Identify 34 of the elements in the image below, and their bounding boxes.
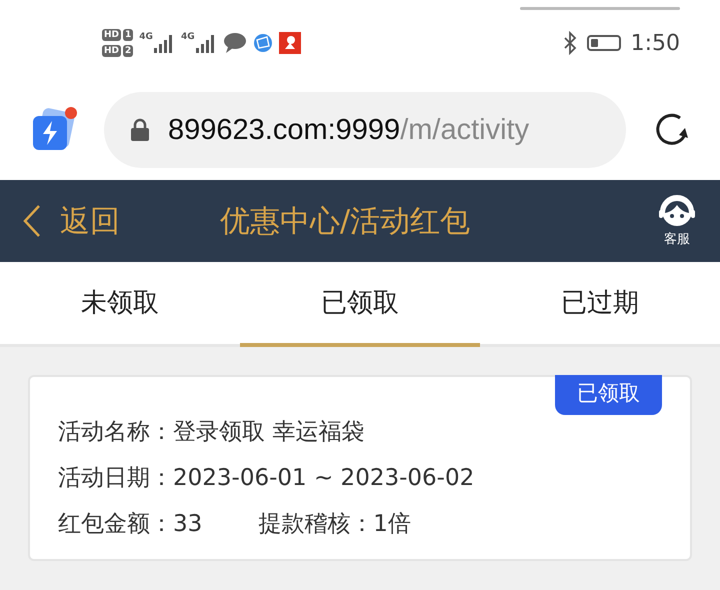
field-value: 33: [173, 511, 202, 537]
field-label: 活动日期：: [58, 465, 173, 491]
network-label: 4G: [180, 32, 195, 42]
url-text: 899623.com:9999/m/activity: [168, 114, 530, 146]
status-badge: 已领取: [555, 375, 662, 415]
address-bar[interactable]: 899623.com:9999/m/activity: [104, 92, 626, 168]
field-label: 红包金额：: [58, 511, 173, 537]
sim-slot: 1: [123, 29, 134, 41]
network-label: 4G: [139, 32, 153, 42]
chevron-left-icon: [22, 204, 42, 238]
chat-bubble-icon: [222, 32, 247, 54]
tab[interactable]: 已过期: [480, 262, 720, 347]
tab[interactable]: 未领取: [0, 262, 240, 347]
hd-label: HD: [102, 45, 122, 57]
battery-icon: [586, 35, 621, 51]
sim-slot: 2: [123, 45, 134, 57]
tab[interactable]: 已领取: [240, 262, 480, 347]
bluetooth-icon: [562, 31, 577, 55]
field-value: 登录领取 幸运福袋: [173, 419, 364, 445]
clock-time: 1:50: [630, 30, 680, 56]
agent-headset-icon: [656, 194, 698, 228]
globe-icon: [252, 33, 273, 53]
field-value: 1倍: [373, 511, 411, 537]
back-button[interactable]: 返回: [22, 200, 120, 242]
signal-icon: [194, 32, 217, 54]
field-value: 2023-06-01 ~ 2023-06-02: [173, 465, 474, 491]
customer-service-button[interactable]: 客服: [656, 194, 698, 248]
signal-icon: [152, 32, 175, 54]
field-label: 提款稽核：: [258, 511, 374, 537]
app-icon: [278, 32, 301, 54]
lock-icon: [130, 118, 150, 142]
page-title: 优惠中心/活动红包: [220, 202, 470, 240]
hd-label: HD: [102, 29, 122, 41]
field-label: 活动名称：: [58, 419, 173, 445]
